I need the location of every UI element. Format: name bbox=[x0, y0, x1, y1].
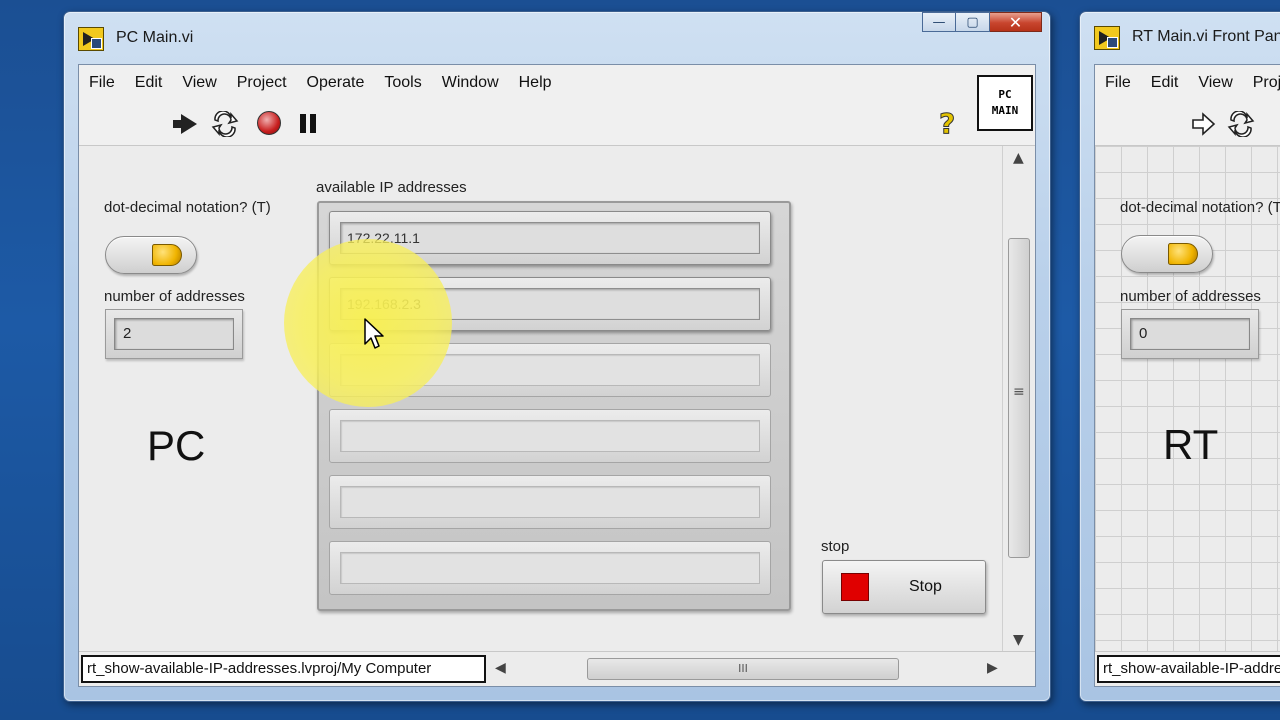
pause-button[interactable] bbox=[297, 111, 323, 137]
array-element[interactable] bbox=[329, 343, 771, 397]
ip-address-array[interactable]: 172.22.11.1 192.168.2.3 bbox=[317, 201, 791, 611]
labview-app-icon bbox=[78, 27, 104, 51]
ip-string-indicator[interactable] bbox=[340, 552, 760, 584]
pc-window-title: PC Main.vi bbox=[116, 29, 194, 46]
menu-edit[interactable]: Edit bbox=[125, 74, 173, 92]
stop-button-text: Stop bbox=[909, 578, 942, 595]
abort-button[interactable] bbox=[257, 111, 283, 137]
count-label: number of addresses bbox=[104, 288, 245, 305]
pc-status-bar: rt_show-available-IP-addresses.lvproj/My… bbox=[79, 651, 1035, 686]
address-count-indicator: 0 bbox=[1121, 309, 1259, 359]
menu-edit[interactable]: Edit bbox=[1141, 74, 1189, 92]
rt-menu-bar: File Edit View Proj bbox=[1095, 65, 1280, 101]
run-arrow-icon bbox=[1192, 112, 1216, 136]
pc-big-label: PC bbox=[147, 422, 206, 469]
run-continuously-button[interactable] bbox=[1227, 110, 1255, 138]
address-count-value: 2 bbox=[114, 318, 234, 350]
close-button[interactable]: ✕ bbox=[990, 12, 1042, 32]
project-context-path: rt_show-available-IP-addresses.lvproj/RT… bbox=[1097, 655, 1280, 683]
rt-main-window: RT Main.vi Front Panel File Edit View Pr… bbox=[1079, 11, 1280, 702]
array-label: available IP addresses bbox=[316, 179, 467, 196]
ip-string-indicator[interactable]: 172.22.11.1 bbox=[340, 222, 760, 254]
scroll-right-icon[interactable]: ▶ bbox=[987, 660, 998, 676]
vertical-scroll-thumb[interactable]: ≡ bbox=[1008, 238, 1030, 558]
ip-string-indicator[interactable] bbox=[340, 420, 760, 452]
pc-front-panel: dot-decimal notation? (T) number of addr… bbox=[79, 146, 1003, 652]
scroll-down-icon[interactable]: ▼ bbox=[1013, 632, 1024, 648]
menu-tools[interactable]: Tools bbox=[374, 74, 431, 92]
scroll-left-icon[interactable]: ◀ bbox=[495, 660, 506, 676]
rt-window-title: RT Main.vi Front Panel bbox=[1132, 28, 1280, 45]
toggle-knob bbox=[1168, 243, 1198, 265]
address-count-value: 0 bbox=[1130, 318, 1250, 350]
ip-string-indicator[interactable]: 192.168.2.3 bbox=[340, 288, 760, 320]
scroll-up-icon[interactable]: ▲ bbox=[1013, 150, 1024, 166]
array-element[interactable]: 192.168.2.3 bbox=[329, 277, 771, 331]
context-help-icon[interactable]: ? bbox=[938, 107, 955, 141]
run-button[interactable] bbox=[1191, 111, 1217, 137]
pc-title-bar[interactable]: PC Main.vi — ▢ ✕ bbox=[64, 12, 1050, 64]
menu-project[interactable]: Proj bbox=[1243, 74, 1280, 92]
labview-app-icon bbox=[1094, 26, 1120, 50]
vertical-scrollbar[interactable]: ▲ ≡ ▼ bbox=[1002, 146, 1035, 652]
toggle-knob bbox=[152, 244, 182, 266]
dot-decimal-toggle[interactable] bbox=[105, 236, 197, 274]
stop-button[interactable]: Stop bbox=[822, 560, 986, 614]
rt-title-bar[interactable]: RT Main.vi Front Panel bbox=[1080, 12, 1280, 64]
pc-toolbar: ? bbox=[79, 101, 1035, 146]
menu-file[interactable]: File bbox=[1095, 74, 1141, 92]
array-element[interactable] bbox=[329, 541, 771, 595]
menu-view[interactable]: View bbox=[1188, 74, 1242, 92]
toggle-label: dot-decimal notation? (T) bbox=[104, 199, 271, 216]
pc-window-controls: — ▢ ✕ bbox=[922, 12, 1042, 32]
mouse-pointer-icon bbox=[364, 318, 384, 349]
rt-front-panel-grid: dot-decimal notation? (T) number of addr… bbox=[1095, 146, 1280, 652]
array-element[interactable] bbox=[329, 409, 771, 463]
menu-operate[interactable]: Operate bbox=[297, 74, 375, 92]
maximize-button[interactable]: ▢ bbox=[956, 12, 990, 32]
pc-menu-bar: File Edit View Project Operate Tools Win… bbox=[79, 65, 1035, 101]
menu-window[interactable]: Window bbox=[432, 74, 509, 92]
pc-main-window: PC Main.vi — ▢ ✕ File Edit View Project … bbox=[63, 11, 1051, 702]
stop-led-icon bbox=[841, 573, 869, 601]
run-continuously-icon bbox=[1227, 110, 1255, 138]
count-label: number of addresses bbox=[1120, 288, 1261, 305]
array-element[interactable]: 172.22.11.1 bbox=[329, 211, 771, 265]
rt-status-bar: rt_show-available-IP-addresses.lvproj/RT… bbox=[1095, 651, 1280, 686]
minimize-button[interactable]: — bbox=[922, 12, 956, 32]
rt-toolbar bbox=[1095, 101, 1280, 146]
horizontal-scroll-thumb[interactable]: III bbox=[587, 658, 899, 680]
rt-client-area: File Edit View Proj dot-decimal notation… bbox=[1094, 64, 1280, 687]
menu-file[interactable]: File bbox=[79, 74, 125, 92]
menu-view[interactable]: View bbox=[172, 74, 226, 92]
run-continuously-icon bbox=[211, 110, 239, 138]
scroll-grip-icon: ≡ bbox=[1013, 384, 1025, 400]
run-button[interactable] bbox=[173, 111, 199, 137]
project-context-path: rt_show-available-IP-addresses.lvproj/My… bbox=[81, 655, 486, 683]
array-element[interactable] bbox=[329, 475, 771, 529]
menu-help[interactable]: Help bbox=[509, 74, 562, 92]
dot-decimal-toggle[interactable] bbox=[1121, 235, 1213, 273]
pc-client-area: File Edit View Project Operate Tools Win… bbox=[78, 64, 1036, 687]
menu-project[interactable]: Project bbox=[227, 74, 297, 92]
pause-icon bbox=[300, 114, 306, 133]
stop-label: stop bbox=[821, 538, 850, 555]
rt-big-label: RT bbox=[1163, 421, 1219, 468]
run-continuously-button[interactable] bbox=[211, 110, 239, 138]
ip-string-indicator[interactable] bbox=[340, 354, 760, 386]
address-count-indicator: 2 bbox=[105, 309, 243, 359]
toggle-label: dot-decimal notation? (T) bbox=[1120, 199, 1280, 216]
vi-connector-icon[interactable]: PC MAIN bbox=[977, 75, 1033, 131]
ip-string-indicator[interactable] bbox=[340, 486, 760, 518]
abort-stop-icon bbox=[257, 111, 281, 135]
